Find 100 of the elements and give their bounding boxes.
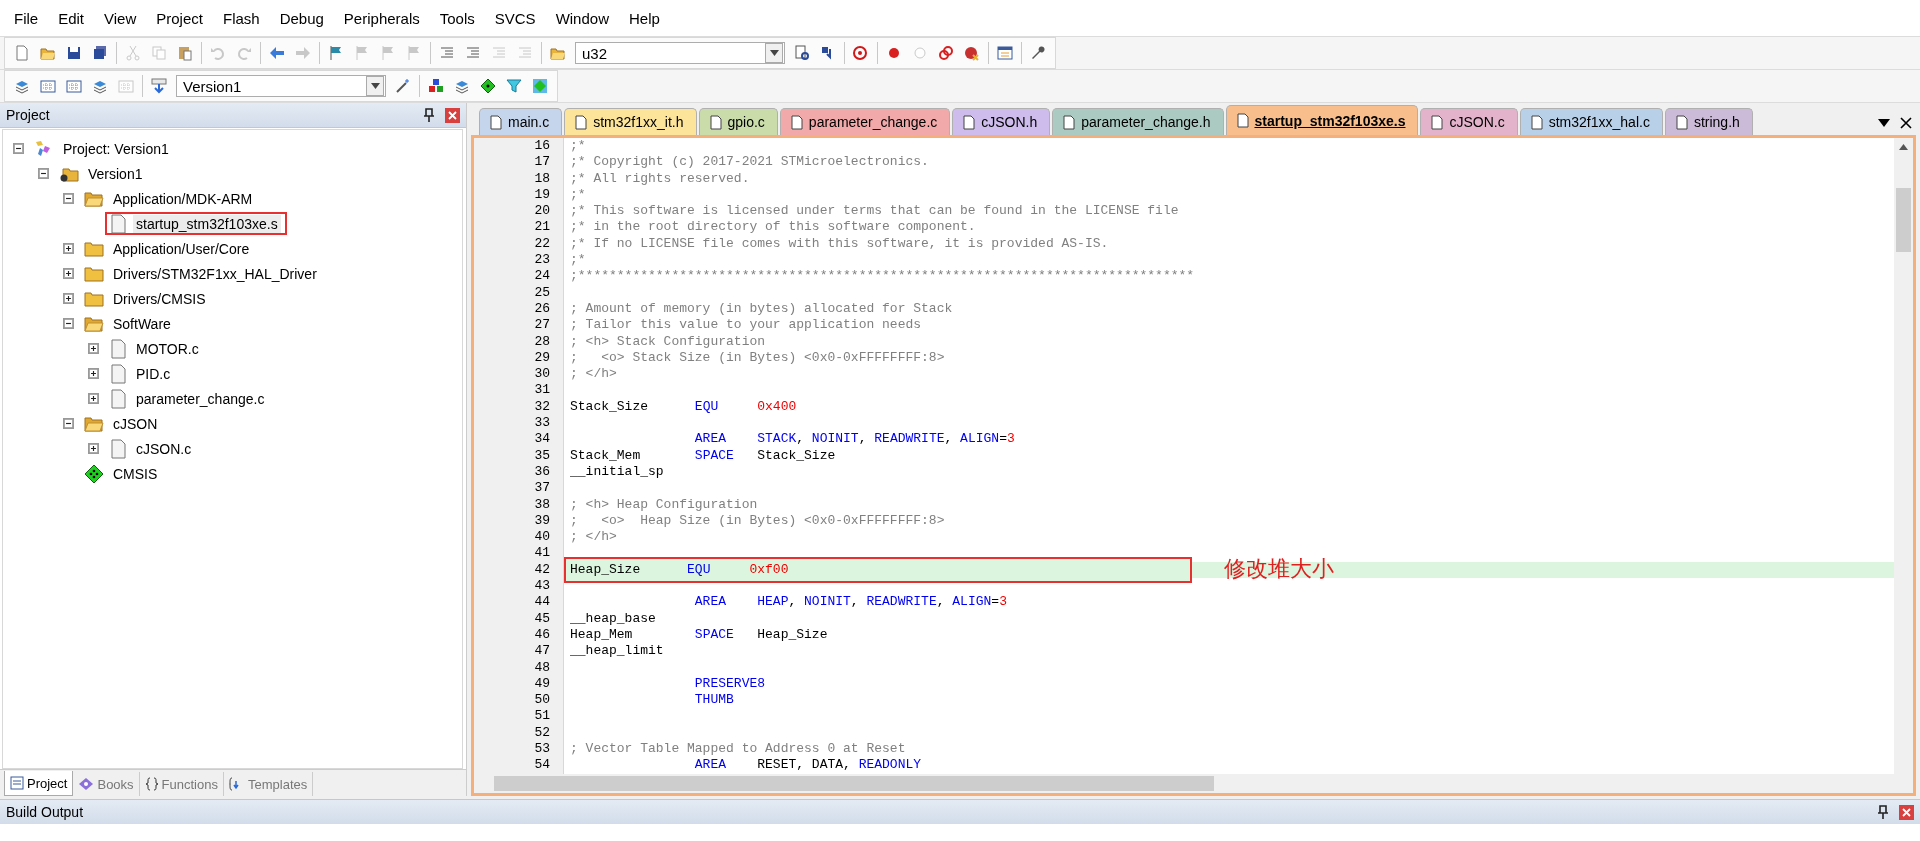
scroll-up-icon[interactable] [1899, 144, 1908, 150]
scroll-thumb[interactable] [1896, 188, 1911, 252]
menu-item[interactable]: View [94, 9, 147, 27]
chip-icon [532, 78, 548, 94]
line-number: 16 [474, 138, 563, 155]
file-tab[interactable]: parameter_change.h [1052, 108, 1224, 135]
tree-item-label[interactable]: Drivers/CMSIS [110, 289, 209, 308]
tree-item-label[interactable]: Project: Version1 [60, 139, 172, 158]
circle-icon [912, 45, 928, 61]
find-icon [794, 45, 810, 61]
menu-item[interactable]: Flash [212, 9, 270, 27]
tree-item-label[interactable]: startup_stm32f103xe.s [133, 214, 281, 233]
tree-item-label[interactable]: Application/MDK-ARM [110, 189, 256, 208]
collapse-icon[interactable] [13, 143, 24, 154]
code-line: ; Vector Table Mapped to Address 0 at Reset [570, 741, 906, 758]
close-icon[interactable] [1900, 117, 1912, 129]
file-tab[interactable]: startup_stm32f103xe.s [1225, 105, 1419, 135]
expand-icon[interactable] [63, 293, 74, 304]
tree-item-label[interactable]: cJSON [110, 414, 161, 433]
tree-item-label[interactable]: CMSIS [110, 464, 161, 483]
panel-tab[interactable]: Books [73, 772, 140, 796]
tree-item-label[interactable]: Drivers/STM32F1xx_HAL_Driver [110, 264, 320, 283]
dropdown-icon[interactable] [1878, 119, 1890, 127]
file-tab[interactable]: main.c [479, 108, 563, 135]
close-icon [448, 110, 457, 120]
menu-item[interactable]: Project [146, 9, 213, 27]
code-line: ; </h> [570, 529, 617, 546]
file-tab[interactable]: cJSON.h [952, 108, 1051, 135]
panel-tab[interactable]: Templates [224, 772, 314, 796]
tree-item[interactable]: Project: Version1 [30, 137, 178, 160]
redo-icon [236, 45, 252, 61]
file-tab[interactable]: stm32f1xx_it.h [564, 108, 697, 135]
menu-item[interactable]: SVCS [484, 9, 546, 27]
file-tab[interactable]: parameter_change.c [779, 108, 951, 135]
code-line: ; <o> Heap Size (in Bytes) <0x0-0xFFFFFFFF:8> [570, 512, 945, 530]
tree-item[interactable]: Drivers/STM32F1xx_HAL_Driver [80, 262, 326, 285]
annotation-frame[interactable]: startup_stm32f103xe.s [105, 212, 287, 235]
menu-item[interactable]: File [4, 9, 49, 27]
tree-item-label[interactable]: parameter_change.c [133, 389, 268, 408]
stack-icon [454, 78, 470, 94]
new-file-icon [14, 45, 30, 61]
file-icon [1236, 113, 1249, 128]
save-all-icon [92, 45, 108, 61]
tree-item[interactable]: MOTOR.c [105, 337, 208, 360]
menu-item[interactable]: Window [545, 9, 619, 27]
menu-item[interactable]: Edit [48, 9, 95, 27]
tree-item[interactable]: Application/User/Core [80, 237, 259, 260]
menu-item[interactable]: Help [619, 9, 670, 27]
tree-item[interactable]: Version1 [55, 162, 152, 185]
tree-item[interactable]: parameter_change.c [105, 387, 274, 410]
copy-icon [151, 45, 167, 61]
menu-item[interactable]: Peripherals [333, 9, 430, 27]
code-line: ;******************************************************************************* [570, 268, 1195, 285]
tree-item[interactable]: Application/MDK-ARM [80, 187, 262, 210]
line-number: 41 [474, 545, 563, 562]
pin-icon[interactable] [1877, 805, 1889, 819]
tree-item-label[interactable]: cJSON.c [133, 439, 195, 458]
vertical-scrollbar[interactable] [1894, 138, 1913, 774]
close-button[interactable] [445, 107, 460, 123]
menu-item[interactable]: Tools [429, 9, 485, 27]
tree-item-label[interactable]: MOTOR.c [133, 339, 202, 358]
uncomment-icon [517, 45, 533, 61]
expand-icon[interactable] [88, 343, 99, 354]
collapse-icon[interactable] [63, 318, 74, 329]
tree-item[interactable]: PID.c [105, 362, 180, 385]
horizontal-scrollbar[interactable] [474, 774, 1913, 793]
scroll-thumb[interactable] [494, 776, 1214, 791]
file-tab[interactable]: string.h [1664, 108, 1753, 135]
tree-item-label[interactable]: Version1 [85, 164, 146, 183]
collapse-icon[interactable] [38, 168, 49, 179]
panel-tab[interactable]: Project [4, 771, 74, 796]
tree-item[interactable]: SoftWare [80, 312, 180, 335]
file-tab[interactable]: stm32f1xx_hal.c [1519, 108, 1663, 135]
expand-icon[interactable] [88, 368, 99, 379]
code-line: AREA HEAP, NOINIT, READWRITE, ALIGN=3 [693, 594, 1007, 611]
tree-item-label[interactable]: SoftWare [110, 314, 174, 333]
tree-item[interactable]: cJSON.c [105, 437, 201, 460]
expand-icon[interactable] [63, 243, 74, 254]
tree-item[interactable]: cJSON [80, 412, 167, 435]
tree-item-label[interactable]: PID.c [133, 364, 174, 383]
dropdown-field[interactable]: Version1 [176, 75, 386, 97]
tree-item-label[interactable]: Application/User/Core [110, 239, 253, 258]
blocks-icon [428, 78, 444, 94]
file-tab[interactable]: gpio.c [698, 108, 778, 135]
collapse-icon[interactable] [63, 418, 74, 429]
pin-icon[interactable] [423, 108, 435, 122]
line-number: 21 [474, 219, 563, 236]
tree-item[interactable]: CMSIS [80, 462, 167, 485]
collapse-icon[interactable] [63, 193, 74, 204]
close-button[interactable] [1899, 804, 1914, 820]
expand-icon[interactable] [63, 268, 74, 279]
open-folder-icon [550, 45, 566, 61]
dropdown-field[interactable]: u32 [575, 42, 785, 64]
menu-item[interactable]: Debug [269, 9, 334, 27]
expand-icon[interactable] [88, 393, 99, 404]
tree-item[interactable]: Drivers/CMSIS [80, 287, 215, 310]
expand-icon[interactable] [88, 443, 99, 454]
panel-tab[interactable]: Functions [139, 772, 224, 796]
code-line: ;* [570, 186, 586, 204]
file-tab[interactable]: cJSON.c [1420, 108, 1518, 135]
